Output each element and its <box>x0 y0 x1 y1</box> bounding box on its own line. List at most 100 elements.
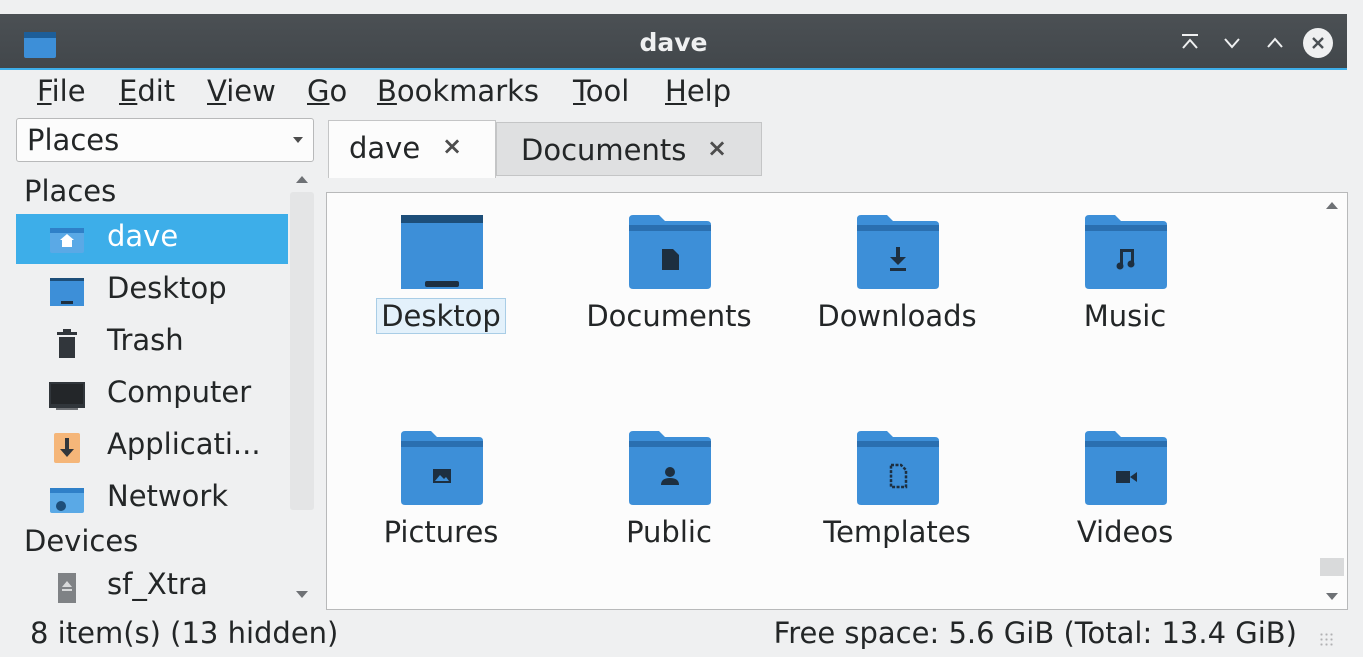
documents-folder-icon <box>629 215 711 289</box>
places-sidebar: Places dave Desktop Trash Computer Appli… <box>16 170 316 606</box>
drive-icon <box>58 573 76 603</box>
sidebar-item-sf-xtra[interactable]: sf_Xtra <box>16 562 288 606</box>
scroll-up-icon[interactable] <box>1326 202 1338 209</box>
menu-edit-label: dit <box>137 74 176 108</box>
tab-bar: dave × Documents × <box>326 120 1348 178</box>
menu-tool[interactable]: Tool <box>573 74 629 108</box>
downloads-folder-icon <box>857 215 939 289</box>
file-item-label: Documents <box>586 299 752 333</box>
menu-view-mnemonic: V <box>207 74 227 108</box>
keep-above-button[interactable] <box>1175 28 1205 58</box>
file-item-music[interactable]: Music <box>1025 197 1225 367</box>
scroll-track[interactable] <box>1320 214 1344 562</box>
tab-documents[interactable]: Documents × <box>496 122 762 176</box>
menu-help-label: elp <box>686 74 732 108</box>
sidebar-item-label: Computer <box>107 375 252 409</box>
file-item-label: Templates <box>823 515 971 549</box>
menu-tool-mnemonic: T <box>573 74 586 108</box>
close-icon <box>1312 37 1324 49</box>
menu-file[interactable]: File <box>37 74 86 108</box>
sidebar-item-network[interactable]: Network <box>16 474 288 524</box>
file-item-templates[interactable]: Templates <box>797 413 997 583</box>
sidebar-scroll-thumb[interactable] <box>290 192 314 510</box>
menu-file-label: ile <box>51 74 86 108</box>
sidebar-item-label: Network <box>107 479 229 513</box>
sidebar-item-applications[interactable]: Applicati... <box>16 422 288 472</box>
sidebar-item-label: Trash <box>107 323 184 357</box>
status-bar: 8 item(s) (13 hidden) Free space: 5.6 Gi… <box>0 612 1347 657</box>
menu-bookmarks-label: ookmarks <box>396 74 540 108</box>
file-item-downloads[interactable]: Downloads <box>797 197 997 367</box>
file-item-desktop[interactable]: Desktop <box>341 197 541 367</box>
menu-go-label: o <box>329 74 348 108</box>
minimize-button[interactable] <box>1217 28 1247 58</box>
file-manager-window: dave File Edit View Go Bookmarks Tool He… <box>0 0 1363 657</box>
folder-view[interactable]: Desktop Documents Downloads Music Pictur… <box>326 192 1348 610</box>
menu-tool-label: ool <box>585 74 630 108</box>
tab-close-icon[interactable]: × <box>707 134 727 162</box>
file-item-label: Pictures <box>383 515 499 549</box>
music-folder-icon <box>1085 215 1167 289</box>
file-item-videos[interactable]: Videos <box>1025 413 1225 583</box>
menu-go[interactable]: Go <box>307 74 347 108</box>
network-folder-icon <box>50 488 84 513</box>
public-folder-icon <box>629 431 711 505</box>
desktop-icon <box>50 278 84 306</box>
file-item-documents[interactable]: Documents <box>569 197 769 367</box>
sidebar-item-desktop[interactable]: Desktop <box>16 266 288 316</box>
maximize-icon <box>1267 37 1283 48</box>
menu-view-label: iew <box>226 74 276 108</box>
file-item-label: Public <box>626 515 712 549</box>
window-title: dave <box>639 28 708 57</box>
sidebar-item-trash[interactable]: Trash <box>16 318 288 368</box>
keep-above-icon <box>1182 34 1198 49</box>
trash-icon <box>57 329 77 358</box>
scroll-up-icon[interactable] <box>296 176 308 183</box>
menu-bookmarks[interactable]: Bookmarks <box>377 74 539 108</box>
menu-help[interactable]: Help <box>665 74 731 108</box>
pictures-folder-icon <box>401 431 483 505</box>
sidebar-item-label: dave <box>107 219 179 253</box>
sidebar-item-label: Applicati... <box>107 427 261 461</box>
scroll-down-icon[interactable] <box>1326 593 1338 600</box>
file-item-label: Videos <box>1076 515 1174 549</box>
folder-view-scroll-thumb[interactable] <box>1320 558 1344 576</box>
sidebar-item-dave[interactable]: dave <box>16 214 288 264</box>
menu-view[interactable]: View <box>207 74 276 108</box>
side-pane-mode-value: Places <box>27 123 120 157</box>
tab-close-icon[interactable]: × <box>442 132 462 160</box>
templates-folder-icon <box>857 431 939 505</box>
file-item-label: Music <box>1083 299 1167 333</box>
file-item-label: Downloads <box>817 299 977 333</box>
title-bar[interactable]: dave <box>0 14 1347 70</box>
sidebar-item-label: Desktop <box>107 271 227 305</box>
sidebar-item-label: sf_Xtra <box>107 567 208 601</box>
videos-folder-icon <box>1085 431 1167 505</box>
menu-go-mnemonic: G <box>307 74 330 108</box>
maximize-button[interactable] <box>1260 28 1290 58</box>
menu-help-mnemonic: H <box>665 74 687 108</box>
applications-icon <box>54 433 80 463</box>
menu-bar: File Edit View Go Bookmarks Tool Help <box>0 70 1347 114</box>
tab-label: Documents <box>521 133 687 167</box>
item-count-status: 8 item(s) (13 hidden) <box>30 616 339 650</box>
desktop-folder-icon <box>401 215 483 289</box>
file-item-label-text: Desktop <box>376 298 506 334</box>
file-item-public[interactable]: Public <box>569 413 769 583</box>
menu-edit[interactable]: Edit <box>119 74 175 108</box>
close-button[interactable] <box>1303 28 1333 58</box>
sidebar-scrollbar[interactable] <box>288 170 316 606</box>
tab-label: dave <box>349 131 421 165</box>
places-section-header: Places <box>24 174 117 208</box>
resize-grip-icon[interactable] <box>1319 632 1335 648</box>
minimize-icon <box>1224 38 1240 49</box>
sidebar-item-computer[interactable]: Computer <box>16 370 288 420</box>
folder-view-scrollbar[interactable] <box>1318 192 1346 610</box>
file-item-label: Desktop <box>341 298 541 334</box>
home-folder-icon <box>50 228 84 253</box>
menu-edit-mnemonic: E <box>119 74 138 108</box>
file-item-pictures[interactable]: Pictures <box>341 413 541 583</box>
side-pane-mode-select[interactable]: Places <box>16 118 314 162</box>
tab-dave[interactable]: dave × <box>328 120 496 178</box>
scroll-down-icon[interactable] <box>296 591 308 598</box>
